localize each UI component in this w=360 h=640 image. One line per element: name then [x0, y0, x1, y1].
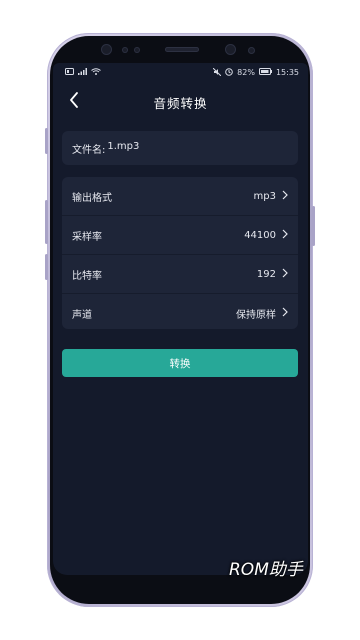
- setting-label: 输出格式: [72, 192, 112, 204]
- file-name-row: 文件名: 1.mp3: [62, 131, 298, 165]
- front-camera: [101, 44, 112, 55]
- chevron-right-icon: [282, 307, 288, 320]
- battery-icon: [258, 68, 272, 77]
- setting-value-group: 44100: [244, 229, 288, 242]
- side-button: [45, 254, 48, 280]
- setting-value: 192: [256, 268, 276, 280]
- settings-card: 输出格式 mp3 采样率 44100 比特率 192 声道 保持原样: [62, 177, 298, 329]
- file-name: 文件名: 1.mp3: [72, 141, 139, 156]
- light-sensor: [134, 47, 140, 53]
- chevron-right-icon: [282, 190, 288, 203]
- convert-button[interactable]: 转换: [62, 349, 298, 377]
- iris-scanner: [225, 44, 236, 55]
- setting-row-bitrate[interactable]: 比特率 192: [62, 254, 298, 293]
- setting-label: 声道: [72, 309, 92, 321]
- watermark: ROM助手: [229, 560, 303, 580]
- signal-icon: [78, 68, 87, 77]
- setting-value: mp3: [253, 190, 276, 202]
- setting-value-group: 保持原样: [236, 306, 288, 321]
- chevron-left-icon: [69, 92, 79, 112]
- file-name-value: 1.mp3: [107, 140, 140, 152]
- file-card: 文件名: 1.mp3: [62, 131, 298, 165]
- setting-row-output-format[interactable]: 输出格式 mp3: [62, 177, 298, 215]
- power-button: [312, 206, 315, 246]
- wifi-icon: [91, 68, 101, 77]
- chevron-right-icon: [282, 268, 288, 281]
- status-bar: 82% 15:35: [53, 63, 308, 82]
- data-saver-icon: [225, 67, 233, 78]
- battery-percent: 82%: [237, 68, 255, 77]
- setting-value-group: 192: [257, 268, 288, 281]
- setting-row-channel[interactable]: 声道 保持原样: [62, 293, 298, 332]
- status-time: 15:35: [275, 68, 299, 77]
- sim-icon: [65, 68, 74, 77]
- file-name-label: 文件名:: [72, 144, 106, 156]
- app-header: 音频转换: [53, 82, 308, 122]
- app-screen: 82% 15:35 音频转换 文件名: 1.mp3 输出格式 mp3 采样率 4…: [53, 63, 308, 575]
- setting-row-sample-rate[interactable]: 采样率 44100: [62, 215, 298, 254]
- earpiece: [165, 47, 199, 52]
- setting-value-group: mp3: [254, 190, 288, 203]
- setting-label: 比特率: [72, 270, 102, 282]
- volume-button: [45, 128, 48, 154]
- status-left: [65, 68, 101, 77]
- iris-led: [248, 47, 255, 54]
- page-title: 音频转换: [153, 95, 208, 111]
- setting-value: 44100: [244, 229, 276, 241]
- proximity-sensor: [122, 47, 128, 53]
- chevron-right-icon: [282, 229, 288, 242]
- setting-value: 保持原样: [236, 309, 276, 321]
- setting-label: 采样率: [72, 231, 102, 243]
- back-button[interactable]: [63, 91, 85, 113]
- mute-icon: [212, 67, 222, 78]
- bixby-button: [45, 200, 48, 244]
- status-right: 82% 15:35: [212, 67, 299, 78]
